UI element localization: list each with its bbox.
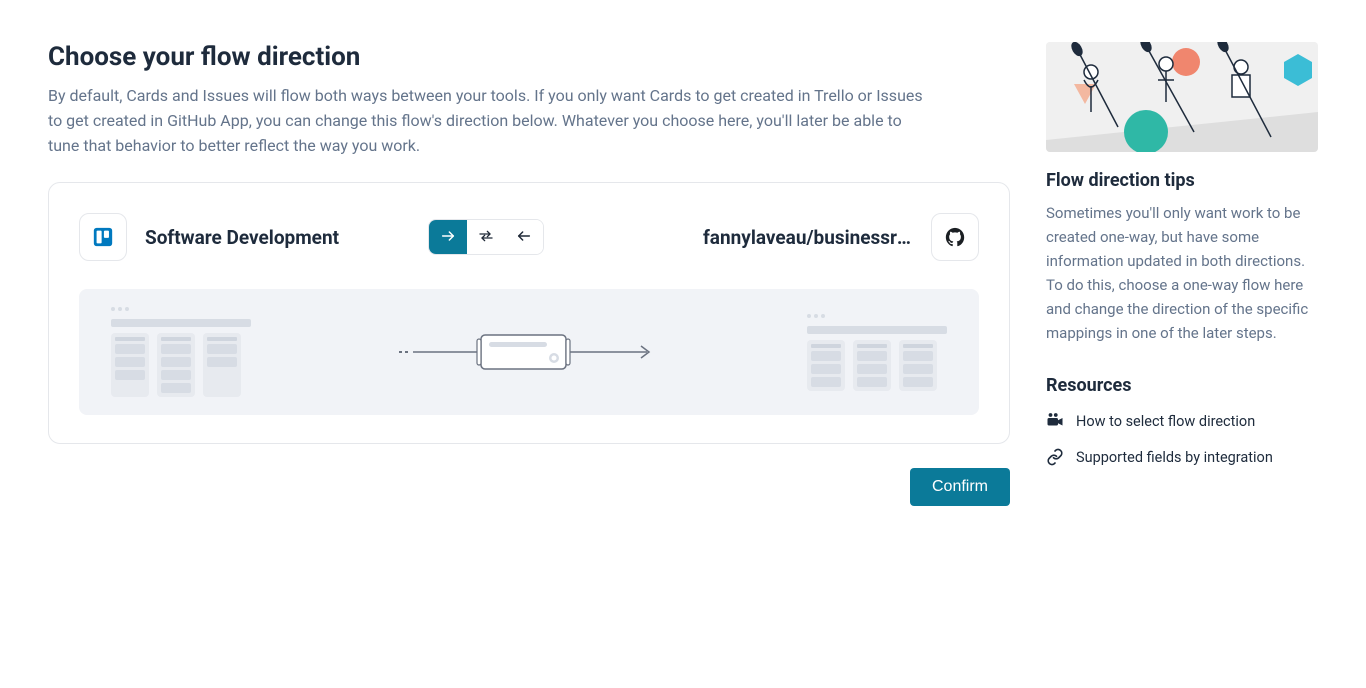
source-tool: Software Development [79, 213, 339, 261]
source-label: Software Development [145, 226, 339, 249]
flow-illustration [79, 289, 979, 415]
tips-text: Sometimes you'll only want work to be cr… [1046, 201, 1318, 345]
arrows-both-icon [478, 228, 494, 247]
link-icon [1046, 448, 1064, 466]
resource-video[interactable]: How to select flow direction [1046, 412, 1318, 430]
resource-label: Supported fields by integration [1076, 449, 1273, 466]
flow-arrow-illustration [275, 327, 783, 377]
resource-link[interactable]: Supported fields by integration [1046, 448, 1318, 466]
resources-title: Resources [1046, 375, 1318, 396]
target-board-illustration [807, 314, 947, 391]
trello-icon [79, 213, 127, 261]
video-icon [1046, 412, 1064, 430]
tips-title: Flow direction tips [1046, 170, 1318, 191]
direction-left[interactable] [505, 220, 543, 254]
tips-illustration [1046, 42, 1318, 152]
direction-toggle [428, 219, 544, 255]
arrow-right-icon [440, 228, 456, 247]
flow-header: Software Development [79, 213, 979, 261]
page-description: By default, Cards and Issues will flow b… [48, 84, 928, 158]
direction-right[interactable] [429, 220, 467, 254]
target-label: fannylaveau/businessre… [703, 226, 913, 249]
arrow-left-icon [516, 228, 532, 247]
confirm-button[interactable]: Confirm [910, 468, 1010, 506]
github-icon [931, 213, 979, 261]
direction-both[interactable] [467, 220, 505, 254]
resource-label: How to select flow direction [1076, 413, 1255, 430]
target-tool: fannylaveau/businessre… [703, 213, 979, 261]
source-board-illustration [111, 307, 251, 397]
flow-card: Software Development [48, 182, 1010, 444]
page-title: Choose your flow direction [48, 42, 1010, 72]
